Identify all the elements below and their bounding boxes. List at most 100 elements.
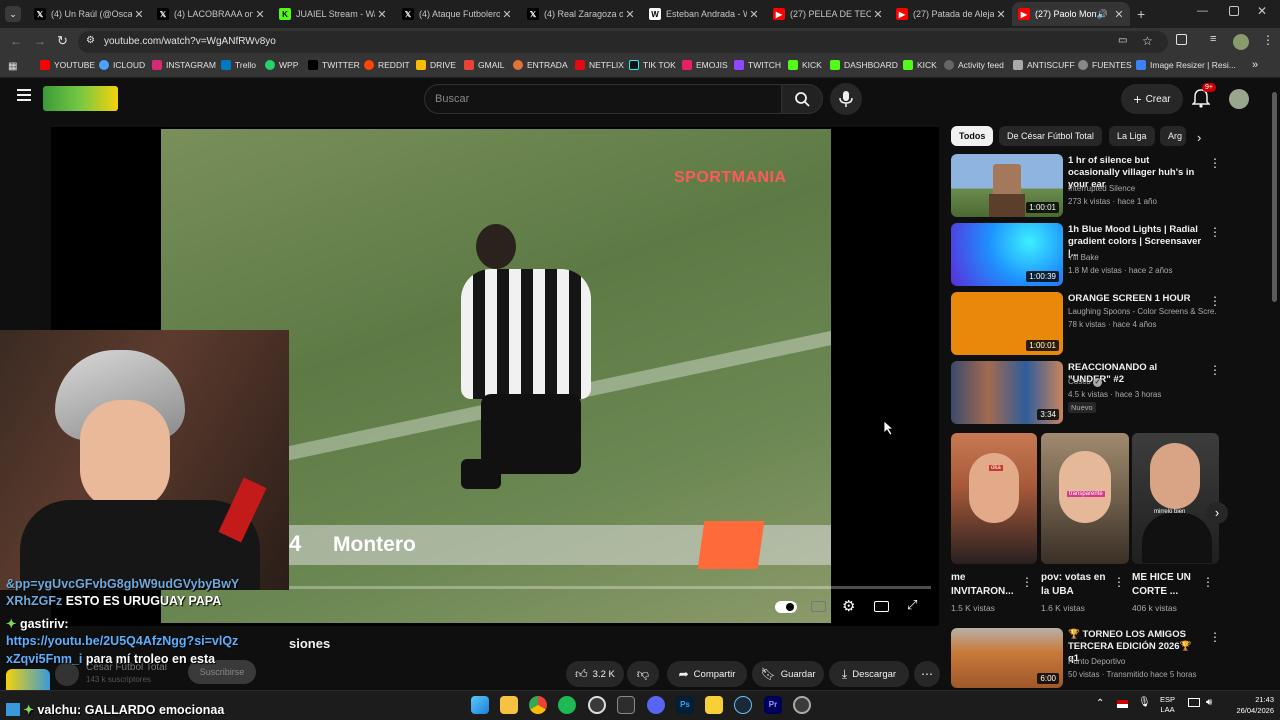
short-title[interactable]: ME HICE UN CORTE ... — [1132, 571, 1198, 599]
close-tab-icon[interactable]: ✕ — [623, 8, 637, 21]
short-title[interactable]: me INVITARON... — [951, 571, 1017, 599]
bookmark-kick-2[interactable]: KICK — [903, 60, 937, 70]
bookmark-emojis[interactable]: EMOJIS — [682, 60, 728, 70]
tab-1[interactable]: 𝕏 (4) Un Raúl (@Oscar ✕ — [28, 2, 150, 26]
network-icon[interactable] — [1188, 698, 1200, 707]
bookmark-drive[interactable]: DRIVE — [416, 60, 456, 70]
dislike-button[interactable]: 👎︎ — [627, 661, 659, 687]
autoplay-toggle[interactable] — [775, 601, 797, 613]
site-info-icon[interactable]: ⚙ — [86, 35, 95, 46]
bookmark-gmail[interactable]: GMAIL — [464, 60, 504, 70]
more-bookmarks-icon[interactable]: » — [1252, 59, 1258, 71]
channel-logo[interactable] — [43, 86, 118, 111]
bookmark-kick[interactable]: KICK — [788, 60, 822, 70]
account-avatar[interactable] — [1229, 89, 1249, 109]
short-thumbnail[interactable]: oka — [951, 433, 1037, 564]
short-title[interactable]: pov: votas en la UBA — [1041, 571, 1111, 599]
more-vert-icon[interactable]: ⋮ — [1113, 575, 1125, 589]
settings-gear-icon[interactable]: ⚙ — [842, 597, 855, 615]
video-channel[interactable]: Punto Deportivo — [1068, 656, 1125, 668]
miniplayer-icon[interactable] — [874, 601, 889, 612]
bookmark-trello[interactable]: Trello — [221, 60, 256, 70]
tab-9-active[interactable]: ▶ (27) Paolo Monte 🔊 ✕ — [1012, 2, 1130, 26]
tab-4[interactable]: 𝕏 (4) Ataque Futbolero ✕ — [396, 2, 518, 26]
bookmark-twitch[interactable]: TWITCH — [734, 60, 781, 70]
sticky-notes-icon[interactable] — [705, 696, 723, 714]
premiere-icon[interactable]: Pr — [764, 696, 782, 714]
tab-search-dropdown[interactable]: ⌄ — [5, 6, 21, 22]
tab-2[interactable]: 𝕏 (4) LACOBRAAA on X ✕ — [151, 2, 271, 26]
bookmark-instagram[interactable]: INSTAGRAM — [152, 60, 216, 70]
close-tab-icon[interactable]: ✕ — [747, 8, 761, 21]
video-thumbnail[interactable]: 1:00:39 — [951, 223, 1063, 286]
tab-7[interactable]: ▶ (27) PELEA DE TEO G ✕ — [767, 2, 889, 26]
more-vert-icon[interactable]: ⋮ — [1209, 294, 1221, 308]
video-thumbnail[interactable]: 1:00:01 — [951, 154, 1063, 217]
video-channel[interactable]: Yill Bake — [1068, 252, 1099, 264]
short-thumbnail[interactable]: mirrelo bien — [1132, 433, 1219, 564]
voice-search-button[interactable] — [830, 83, 862, 115]
bookmark-tiktok[interactable]: TIK TOK — [629, 60, 676, 70]
bookmark-activity-feed[interactable]: Activity feed — [944, 60, 1004, 70]
bookmark-netflix[interactable]: NETFLIX — [575, 60, 624, 70]
new-tab-button[interactable]: + — [1137, 6, 1145, 22]
extensions-icon[interactable] — [1176, 34, 1187, 45]
chip-arg[interactable]: Arg — [1160, 126, 1186, 146]
minimize-button[interactable]: — — [1197, 5, 1208, 17]
maximize-button[interactable] — [1229, 6, 1239, 16]
close-tab-icon[interactable]: ✕ — [132, 8, 146, 21]
speaker-icon[interactable]: 🔊 — [1097, 9, 1108, 20]
search-input[interactable]: Buscar — [424, 84, 782, 114]
chat-link[interactable]: xZqvi5Fnm_i — [6, 652, 82, 666]
bookmark-wpp[interactable]: WPP — [265, 60, 298, 70]
more-vert-icon[interactable]: ⋮ — [1209, 363, 1221, 377]
progress-bar-track[interactable] — [281, 586, 931, 589]
download-button[interactable]: ⤓ Descargar — [829, 661, 909, 687]
fullscreen-icon[interactable]: ⤢ — [907, 597, 917, 613]
bookmark-antiscuff[interactable]: ANTISCUFF — [1013, 60, 1075, 70]
close-window-button[interactable]: ✕ — [1257, 4, 1267, 18]
profile-avatar[interactable] — [1233, 34, 1249, 50]
tab-3[interactable]: K JUAIEL Stream - Watc ✕ — [273, 2, 393, 26]
shorts-next-button[interactable]: › — [1206, 502, 1228, 524]
notifications-button[interactable]: 9+ — [1191, 83, 1216, 113]
capture-tool-icon[interactable] — [617, 696, 635, 714]
clock[interactable]: 21:43 26/04/2026 — [1222, 694, 1274, 716]
bookmark-icloud[interactable]: ICLOUD — [99, 60, 145, 70]
video-title[interactable]: ORANGE SCREEN 1 HOUR — [1068, 293, 1202, 305]
language-indicator[interactable]: ESP LAA — [1160, 695, 1175, 715]
steam-icon[interactable] — [734, 696, 752, 714]
chat-link[interactable]: XRhZGFz — [6, 594, 66, 608]
file-explorer-icon[interactable] — [500, 696, 518, 714]
chat-link[interactable]: &pp=ygUvcGFvbG8gbW9udGVybyBwY — [6, 577, 239, 591]
tray-chevron-icon[interactable]: ⌃ — [1096, 698, 1104, 709]
tab-search-icon[interactable]: ≡ — [1210, 33, 1216, 45]
chip-la-liga[interactable]: La Liga — [1109, 126, 1155, 146]
reload-button[interactable]: ↻ — [57, 33, 68, 49]
search-button[interactable] — [781, 84, 823, 114]
bookmark-entrada[interactable]: ENTRADA — [513, 60, 568, 70]
video-thumbnail[interactable]: 6:00 — [951, 628, 1063, 688]
more-vert-icon[interactable]: ⋮ — [1202, 575, 1214, 589]
video-channel[interactable]: Laughing Spoons - Color Screens & Scre..… — [1068, 306, 1216, 318]
bookmark-fuentes[interactable]: FUENTES — [1078, 60, 1132, 70]
short-thumbnail[interactable]: transparente — [1041, 433, 1129, 564]
back-button[interactable]: ← — [10, 34, 22, 48]
more-vert-icon[interactable]: ⋮ — [1209, 225, 1221, 239]
tab-5[interactable]: 𝕏 (4) Real Zaragoza on ✕ — [521, 2, 641, 26]
chip-cesar-futbol[interactable]: De César Fútbol Total — [999, 126, 1102, 146]
windows-start-icon[interactable] — [471, 696, 489, 714]
bookmark-reddit[interactable]: REDDIT — [364, 60, 410, 70]
close-tab-icon[interactable]: ✕ — [375, 8, 389, 21]
more-vert-icon[interactable]: ⋮ — [1209, 156, 1221, 170]
close-tab-icon[interactable]: ✕ — [871, 8, 885, 21]
more-actions-button[interactable]: ⋯ — [914, 661, 940, 687]
close-tab-icon[interactable]: ✕ — [1112, 8, 1126, 21]
page-scrollbar[interactable] — [1272, 92, 1277, 302]
more-vert-icon[interactable]: ⋮ — [1021, 575, 1033, 589]
omnibox[interactable]: ⚙ youtube.com/watch?v=WgANfRWv8yo ▭ ☆ — [78, 31, 1168, 53]
install-icon[interactable]: ▭ — [1118, 35, 1127, 46]
share-button[interactable]: ➦ Compartir — [667, 661, 747, 687]
tray-microphone-icon[interactable]: 🎙︎ — [1138, 697, 1151, 708]
bookmark-dashboard[interactable]: DASHBOARD — [830, 60, 898, 70]
